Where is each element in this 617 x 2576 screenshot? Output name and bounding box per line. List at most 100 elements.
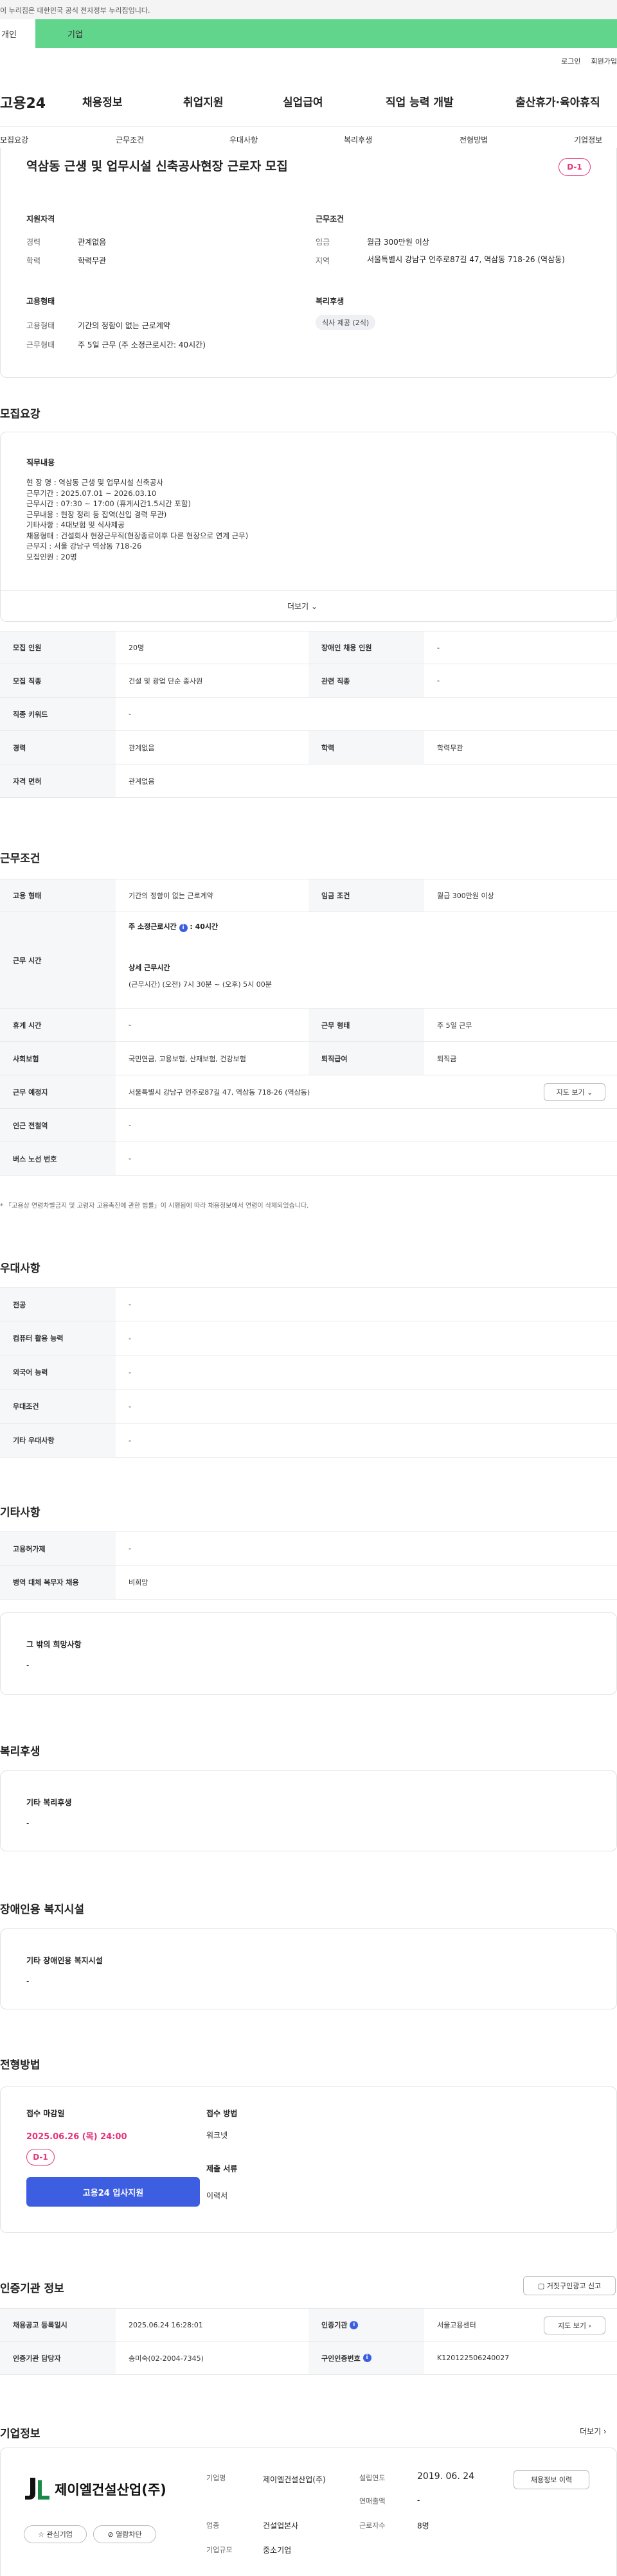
table-row: 인근 전철역 - (0, 1109, 617, 1142)
revenue-value: - (417, 2496, 420, 2505)
duty-line: 기타사항 : 4대보험 및 식사제공 (26, 520, 125, 529)
signup-link[interactable]: 회원가입 (591, 57, 617, 66)
nav-item-training[interactable]: 직업 능력 개발 (386, 93, 454, 109)
row-value: - (129, 1021, 131, 1029)
login-link[interactable]: 로그인 (561, 57, 580, 66)
subnav-preference[interactable]: 우대사항 (229, 134, 258, 145)
duty-line: 근무기간 : 2025.07.01 ~ 2026.03.10 (26, 488, 157, 498)
table-row: 직종 키워드 - (0, 698, 617, 731)
company-heading: 기업정보 (0, 2428, 40, 2440)
table-row: 사회보험 국민연금, 고용보험, 산재보험, 건강보험 퇴직급여 퇴직금 (0, 1042, 617, 1075)
recruit-heading: 모집요강 (0, 408, 40, 421)
report-button[interactable]: ▢ 거짓구인광고 신고 (523, 2276, 616, 2295)
size-value: 중소기업 (263, 2546, 292, 2555)
row-label: 직종 키워드 (0, 698, 116, 730)
duty-heading: 직무내용 (26, 458, 55, 467)
table-row: 휴게 시간 - 근무 형태 주 5일 근무 (0, 1009, 617, 1042)
row-value: - (129, 710, 131, 718)
nav-item-benefit[interactable]: 실업급여 (283, 93, 323, 109)
docs-heading: 제출 서류 (206, 2164, 238, 2173)
table-row: 병역 대체 복무자 채용 비희망 (0, 1566, 617, 1600)
duty-card: 직무내용 현 장 명 : 역삼동 근생 및 업무시설 신축공사 근무기간 : 2… (0, 432, 617, 622)
info-icon[interactable]: i (350, 2320, 359, 2329)
subnav-welfare[interactable]: 복리후생 (344, 134, 372, 145)
company-more-link[interactable]: 더보기 › (580, 2426, 607, 2437)
info-icon[interactable]: i (179, 924, 188, 932)
row-label: 채용공고 등록일시 (0, 2309, 116, 2341)
row-value: 퇴직금 (437, 1054, 457, 1063)
row-value: - (437, 643, 440, 652)
row-label: 인증기관 i (308, 2309, 424, 2341)
area-value: 서울특별시 강남구 언주로87길 47, 역삼동 718-26 (역삼동) (367, 255, 565, 264)
subnav-recruit[interactable]: 모집요강 (0, 134, 28, 145)
duty-text: 현 장 명 : 역삼동 근생 및 업무시설 신축공사 근무기간 : 2025.0… (26, 477, 248, 562)
welfare-value: - (26, 1819, 30, 1828)
row-label: 고용허가제 (0, 1532, 116, 1565)
site-logo[interactable]: 고용24 (0, 92, 46, 112)
row-value: 송미숙(02-2004-7345) (129, 2354, 204, 2363)
info-icon[interactable]: i (362, 2354, 371, 2362)
job-history-button[interactable]: 채용정보 이력 (514, 2470, 589, 2489)
area-label: 지역 (316, 256, 330, 265)
etc-heading: 기타사항 (0, 1506, 40, 1519)
table-row: 모집 인원 20명 장애인 채용 인원 - (0, 631, 617, 664)
nav-item-jobs[interactable]: 채용정보 (82, 93, 123, 109)
favorite-button[interactable]: ☆ 관심기업 (24, 2525, 87, 2543)
process-card: 접수 마감일 2025.06.26 (목) 24:00 D-1 고용24 입사지… (0, 2086, 617, 2233)
row-value: 20명 (129, 644, 145, 652)
row-value: 관계없음 (129, 743, 155, 752)
star-icon: ☆ (38, 2530, 44, 2539)
row-value: - (129, 1544, 131, 1553)
map-button-label: 지도 보기 (556, 1088, 585, 1097)
facility-card: 기타 장애인용 복지시설 - (0, 1928, 617, 2009)
table-row: 외국어 능력 - (0, 1355, 617, 1389)
week-hours-label: 주 소정근로시간 (129, 922, 177, 931)
nav-item-support[interactable]: 취업지원 (183, 93, 224, 109)
summary-card: 역삼동 근생 및 업무시설 신축공사현장 근로자 모집 D-1 지원자격 경력 … (0, 148, 617, 378)
row-label: 자격 면허 (0, 764, 116, 797)
row-label: 외국어 능력 (0, 1355, 116, 1389)
top-tabs: 개인 기업 (0, 19, 617, 48)
deadline-heading: 접수 마감일 (26, 2109, 65, 2118)
company-more-label: 더보기 (580, 2427, 602, 2436)
est-label: 설립연도 (359, 2474, 386, 2482)
tab-company[interactable]: 기업 (35, 19, 617, 48)
chevron-down-icon: ⌄ (587, 1088, 593, 1097)
tab-personal[interactable]: 개인 (0, 19, 35, 48)
row-label: 전공 (0, 1288, 116, 1321)
method-heading: 접수 방법 (206, 2109, 238, 2118)
apply-button[interactable]: 고용24 입사지원 (26, 2177, 200, 2207)
subnav-process[interactable]: 전형방법 (460, 134, 488, 145)
revenue-label: 연매출액 (359, 2497, 386, 2505)
table-row: 자격 면허 관계없음 (0, 764, 617, 798)
chevron-right-icon: › (588, 2321, 591, 2330)
row-label: 우대조건 (0, 1389, 116, 1423)
row-label: 장애인 채용 인원 (308, 631, 424, 664)
agency-map-button[interactable]: 지도 보기 › (544, 2316, 605, 2334)
row-value: 건설 및 광업 단순 종사원 (129, 676, 203, 685)
row-value: - (129, 1121, 131, 1129)
est-value: 2019. 06. 24 (417, 2471, 475, 2482)
row-value: 학력무관 (437, 743, 463, 752)
agency-label: 인증기관 (321, 2321, 348, 2329)
report-button-label: 거짓구인광고 신고 (546, 2282, 602, 2290)
row-value: 주 5일 근무 (437, 1021, 472, 1030)
block-button[interactable]: ⊘ 열람차단 (93, 2525, 156, 2543)
duty-line: 모집인원 : 20명 (26, 552, 77, 561)
subnav-conditions[interactable]: 근무조건 (116, 134, 144, 145)
row-label: 근무 예정지 (0, 1075, 116, 1108)
row-value: - (129, 1368, 131, 1377)
name-value: 제이엘건설산업(주) (263, 2475, 326, 2484)
deadline-value: 2025.06.26 (목) 24:00 (26, 2132, 127, 2142)
detail-hours-value: (근무시간) (오전) 7시 30분 ~ (오후) 5시 00분 (129, 980, 272, 989)
industry-value: 건설업본사 (263, 2521, 299, 2530)
more-button[interactable]: 더보기 ⌄ (287, 601, 317, 612)
table-row: 고용허가제 - (0, 1531, 617, 1566)
subnav-company[interactable]: 기업정보 (574, 134, 602, 145)
welfare-heading: 복리후생 (316, 297, 344, 306)
row-label: 퇴직급여 (308, 1042, 424, 1075)
welfare-section-heading: 복리후생 (0, 1745, 40, 1758)
nav-item-leave[interactable]: 출산휴가·육아휴직 (515, 93, 600, 109)
util-bar: 로그인 회원가입 (0, 48, 617, 66)
map-button[interactable]: 지도 보기 ⌄ (544, 1083, 605, 1101)
